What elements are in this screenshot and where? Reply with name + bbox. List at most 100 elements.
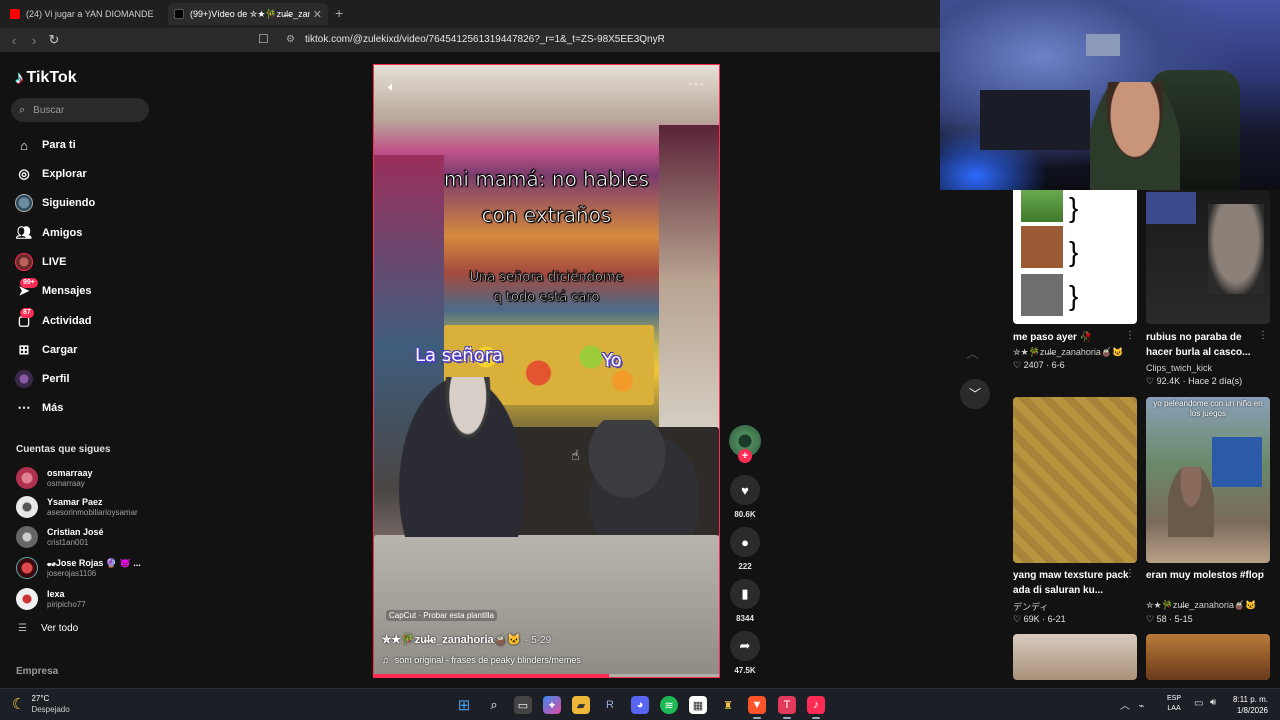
live-icon [15,253,33,271]
small-cam [1146,192,1196,224]
volume-icon[interactable]: 🔈︎ [388,79,396,95]
more-options-icon[interactable]: ··· [688,75,705,91]
volume-icon[interactable]: 🔊︎ [1210,697,1216,708]
following-accounts-title: Cuentas que sigues [16,444,111,455]
clock[interactable]: 8:11 p. m. 1/8/2026 [1228,694,1268,716]
avatar [16,557,38,579]
tiktok-icon[interactable]: ♪ [807,696,825,719]
card-date: 6-6 [1051,360,1065,370]
share-button[interactable]: ➦ 47.5K [726,631,764,675]
language-indicator[interactable]: ESP LAA [1167,694,1181,714]
tiktok-live-studio-icon[interactable]: T [778,696,796,719]
date: 1/8/2026 [1236,706,1268,715]
video-sound[interactable]: ♫ som original - frases de peaky blinders… [382,655,581,665]
app-icon[interactable]: R [601,696,619,714]
address-bar[interactable]: tiktok.com/@zulekixd/video/7645412561319… [305,34,665,45]
nav-siguiendo[interactable]: Siguiendo [15,192,95,214]
video-player[interactable]: mi mamá: no hables con extraños Una seño… [373,64,720,678]
card-more-icon[interactable]: ⋮ [1125,330,1135,341]
new-tab-button[interactable]: + [335,5,343,21]
feed-card[interactable]: }}} me paso ayer 🥀 ⋮ ✮★🎋zu̶l̶e_zanahoria… [1013,190,1137,374]
nav-amigos[interactable]: 👥︎ Amigos [15,222,83,244]
share-icon: ➦ [730,631,760,661]
account-handle: crist1an001 [47,537,89,547]
windows-start-icon[interactable]: ⊞ [455,696,473,714]
spotify-icon[interactable]: ≋ [660,696,678,714]
nav-para-ti[interactable]: ⌂ Para ti [15,134,76,156]
video-author[interactable]: ✮★🎋zu̶l̶e_zanahoria🧉🐱 · 5-29 [382,633,551,646]
like-button[interactable]: ♥ 80.6K [726,475,764,519]
card-views: 2407 [1023,360,1044,370]
nav-actividad[interactable]: ▢ 87 Actividad [15,308,92,332]
browser-tab-tiktok[interactable]: (99+)Vídeo de ✮★🎋zu̶l̶e_zanahoria ✕ [168,3,328,25]
face-thumb [1208,204,1264,294]
follow-button[interactable]: + [738,449,752,463]
nav-mas[interactable]: ⋯ Más [15,397,64,419]
feed-card[interactable]: yo peleandome con un niño en los juegos … [1146,397,1270,627]
nav-perfil[interactable]: Perfil [15,368,70,390]
copilot-icon[interactable]: ✦ [543,696,561,714]
account-name: Cristian José [47,526,104,537]
bookmark-icon[interactable]: ☐ [258,32,269,46]
card-more-icon[interactable]: ⋮ [1258,330,1268,341]
video-caption-mid: Una señora diciéndome q todo está caro [469,270,624,306]
search-box[interactable]: ⌕ [11,98,149,122]
followed-account[interactable]: osmarraay osmarraay [16,464,93,492]
system-tray[interactable]: ︿ ⌁ [1120,697,1144,712]
company-link[interactable]: Empresa [16,666,58,677]
temperature: 27°C [31,694,50,703]
feed-card[interactable]: rubius no paraba de hacer burla al casco… [1146,190,1270,390]
save-button[interactable]: ▮ 8344 [726,579,764,623]
followed-account[interactable]: lexa piripicho77 [16,585,86,613]
previous-video-icon[interactable]: ︿ [966,343,979,362]
avatar [16,526,38,548]
tiktok-logo[interactable]: ♪ TikTok [15,68,77,88]
capcut-template-link[interactable]: CapCut · Probar esta plantilla [386,610,497,621]
card-title: rubius no paraba de hacer burla al casco… [1146,332,1251,358]
weather-widget[interactable]: ☾ 27°C Despejado [12,693,70,715]
followed-account[interactable]: Ysamar Paez asesorinmobiliarioysamar [16,493,138,521]
file-explorer-icon[interactable]: ▰ [572,696,590,714]
reload-icon[interactable]: ↻ [44,32,64,48]
nav-label: Perfil [42,373,70,385]
followed-account[interactable]: 𝓿𝓮Jose Rojas 🔮 😈 ... joserojas1106 [16,554,141,582]
discord-icon[interactable]: ◕ [631,696,649,714]
see-all-button[interactable]: ☰ Ver todo [18,623,78,634]
account-handle: asesorinmobiliarioysamar [47,507,138,517]
nav-cargar[interactable]: ⊞ Cargar [15,339,78,361]
weather-status: Despejado [31,705,70,714]
browser-tab-youtube[interactable]: (24) Vi jugar a YAN DIOMANDE y des [4,3,164,25]
back-icon[interactable]: ‹ [4,33,24,48]
game-icon[interactable]: ♜ [719,696,737,714]
list-icon: ☰ [18,623,27,634]
close-tab-icon[interactable]: ✕ [313,8,322,21]
nav-live[interactable]: LIVE [15,251,66,273]
video-actions: + ♥ 80.6K ● 222 ▮ 8344 ➦ 47.5K [726,425,764,685]
video-thumbnail [1146,190,1270,324]
avatar [16,588,38,610]
search-input[interactable] [33,104,134,116]
followed-account[interactable]: Cristian José crist1an001 [16,523,104,551]
logo-text: TikTok [26,69,77,86]
feed-card[interactable]: yang maw texsture pack ada di saluran ku… [1013,397,1137,627]
task-view-icon[interactable]: ▭ [514,696,532,714]
label-right: Yo [602,350,622,371]
screen: (24) Vi jugar a YAN DIOMANDE y des (99+)… [0,0,1280,720]
nav-mensajes[interactable]: ➤ 99+ Mensajes [15,278,92,302]
feed-card-partial[interactable] [1013,634,1137,680]
card-more-icon[interactable]: ⋮ [1258,568,1268,579]
search-icon[interactable]: ⌕ [485,696,503,714]
forward-icon[interactable]: › [24,33,44,48]
card-more-icon[interactable]: ⋮ [1125,568,1135,579]
shelf [980,90,1090,150]
brave-browser-icon[interactable]: ▼ [748,696,766,719]
site-info-icon[interactable]: ⚙ [286,34,295,45]
feed-card-partial[interactable] [1146,634,1270,680]
video-progress-bar[interactable] [374,674,719,677]
nav-explorar[interactable]: ◎ Explorar [15,163,86,185]
next-video-button[interactable]: ﹀ [960,379,990,409]
video-date: · 5-29 [525,635,552,646]
network-icon[interactable]: ▭ [1194,698,1203,709]
comment-button[interactable]: ● 222 [726,527,764,571]
store-icon[interactable]: ▦ [689,696,707,714]
